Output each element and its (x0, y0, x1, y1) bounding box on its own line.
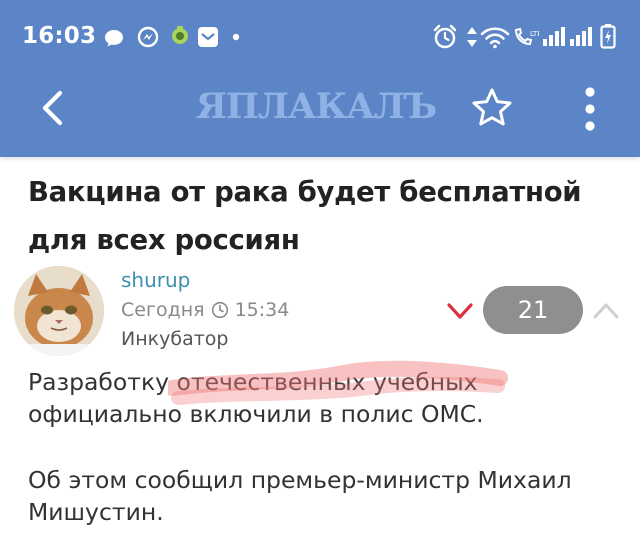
post-timestamp: Сегодня 15:34 (121, 299, 289, 321)
post-time-value: 15:34 (234, 299, 290, 321)
author-avatar[interactable] (14, 266, 104, 356)
favorite-star-button[interactable] (470, 86, 514, 130)
upvote-chevron-icon[interactable] (592, 300, 620, 322)
author-name-link[interactable]: shurup (121, 268, 190, 292)
post-body: Разработку отечественных учебных официал… (28, 366, 624, 528)
chat-bubble-icon (105, 30, 123, 47)
app-bar: 16:03 LT ЯПЛАКАЛЪ (0, 0, 640, 157)
article-title: Вакцина от рака будет бесплатной для все… (28, 176, 582, 256)
overflow-menu-button[interactable] (579, 84, 601, 134)
wifi-icon (480, 27, 510, 49)
status-bar: 16:03 LT (0, 0, 640, 72)
rating-badge: 21 (483, 286, 583, 334)
data-arrows-icon (467, 27, 477, 47)
downvote-chevron-icon[interactable] (446, 300, 474, 322)
back-button[interactable] (34, 88, 68, 128)
cat-avatar-image (14, 266, 104, 356)
post-paragraph: Об этом сообщил премьер-министр Михаил М… (28, 466, 572, 526)
post-date: Сегодня (121, 299, 205, 321)
clock-icon (211, 301, 228, 319)
more-dot-icon (232, 33, 240, 41)
messenger-icon (137, 26, 159, 48)
battery-icon (600, 24, 616, 49)
call-icon: LTE (514, 27, 539, 46)
mail-icon (198, 27, 218, 47)
svg-text:LTE: LTE (530, 30, 539, 38)
author-rank: Инкубатор (121, 328, 229, 350)
status-time: 16:03 (22, 23, 97, 49)
toolbar: ЯПЛАКАЛЪ (0, 72, 640, 157)
site-logo[interactable]: ЯПЛАКАЛЪ (196, 82, 437, 132)
app-notification-icon (172, 26, 188, 44)
signal-icon-2 (570, 27, 592, 46)
alarm-icon (433, 24, 457, 49)
signal-icon (543, 27, 565, 46)
post-paragraph: Разработку отечественных учебных официал… (28, 368, 484, 428)
